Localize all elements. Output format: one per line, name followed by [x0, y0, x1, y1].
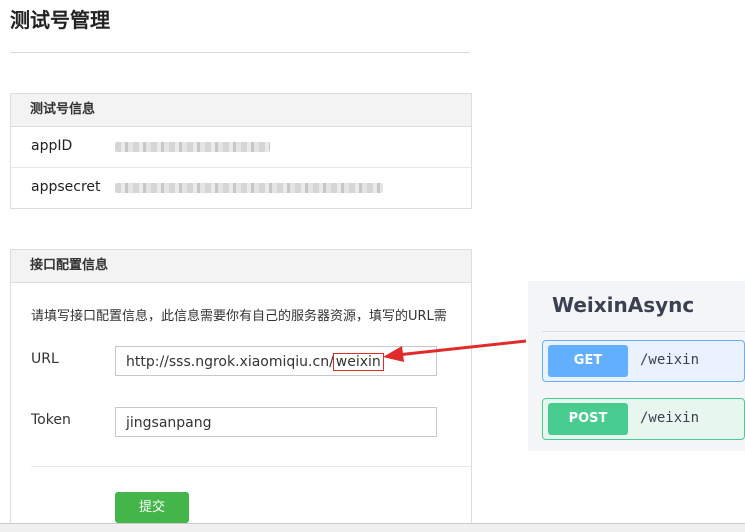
arrow-shaft [396, 339, 527, 357]
annotation-arrow [383, 339, 527, 362]
arrow-head [383, 346, 404, 362]
